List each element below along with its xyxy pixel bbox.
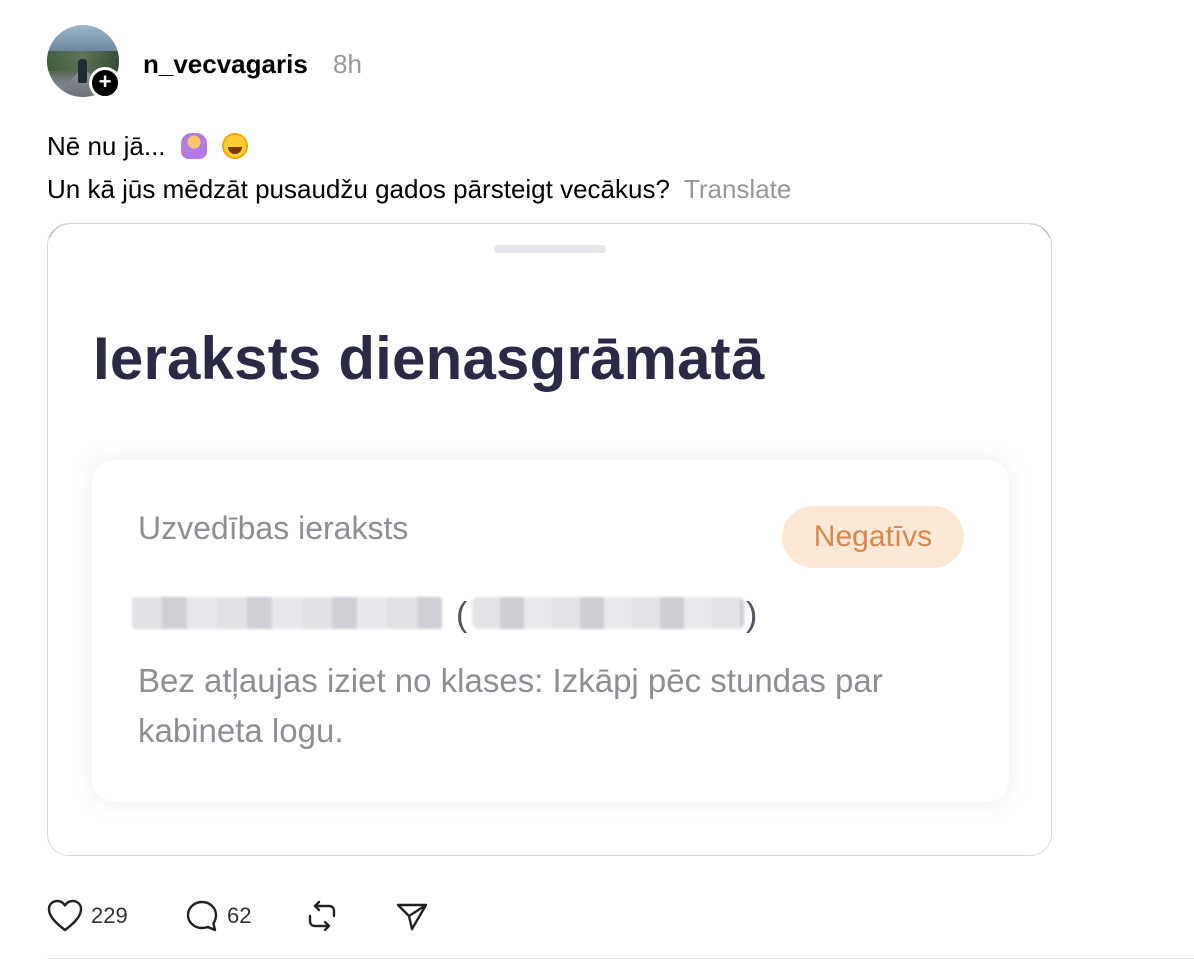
behavior-record-panel: Uzvedības ieraksts Negatīvs ( ) Bez atļa…: [92, 460, 1009, 802]
send-icon: [396, 903, 428, 931]
follow-plus-icon[interactable]: +: [89, 67, 121, 99]
post-text-line-2-text: Un kā jūs mēdzāt pusaudžu gados pārsteig…: [47, 174, 670, 204]
post-image-card[interactable]: Ieraksts dienasgrāmatā Uzvedības ierakst…: [47, 223, 1052, 856]
author-username[interactable]: n_vecvagaris: [143, 49, 308, 80]
woman-facepalming-emoji: [180, 133, 207, 159]
blurred-teacher-name: [132, 597, 442, 629]
close-paren: ): [746, 596, 758, 634]
card-inner: Ieraksts dienasgrāmatā Uzvedības ierakst…: [48, 224, 1051, 855]
like-button[interactable]: 229: [47, 896, 128, 936]
heart-icon: [47, 899, 83, 932]
post-divider: [47, 958, 1194, 959]
post-time[interactable]: 8h: [333, 49, 362, 80]
laughing-emoji: [221, 133, 248, 159]
panel-label: Uzvedības ieraksts: [138, 510, 409, 546]
comment-button[interactable]: 62: [185, 896, 251, 936]
avatar-person: [78, 59, 87, 83]
post-text-line-1: Nē nu jā...: [47, 131, 248, 162]
open-paren: (: [456, 596, 468, 634]
record-description: Bez atļaujas iziet no klases: Izkāpj pēc…: [138, 662, 883, 749]
like-count: 229: [91, 903, 128, 928]
translate-link[interactable]: Translate: [684, 174, 791, 204]
repost-icon: [308, 900, 336, 932]
post-text-line-2: Un kā jūs mēdzāt pusaudžu gados pārsteig…: [47, 174, 791, 205]
blurred-subject: [472, 597, 744, 629]
repost-button[interactable]: [304, 896, 340, 936]
post-text-line-1-text: Nē nu jā...: [47, 131, 166, 161]
sheet-handle: [494, 245, 606, 253]
card-title: Ieraksts dienasgrāmatā: [93, 325, 765, 392]
status-badge: Negatīvs: [782, 506, 964, 568]
comment-icon: [186, 900, 218, 932]
comment-count: 62: [227, 903, 252, 928]
share-button[interactable]: [395, 896, 429, 936]
